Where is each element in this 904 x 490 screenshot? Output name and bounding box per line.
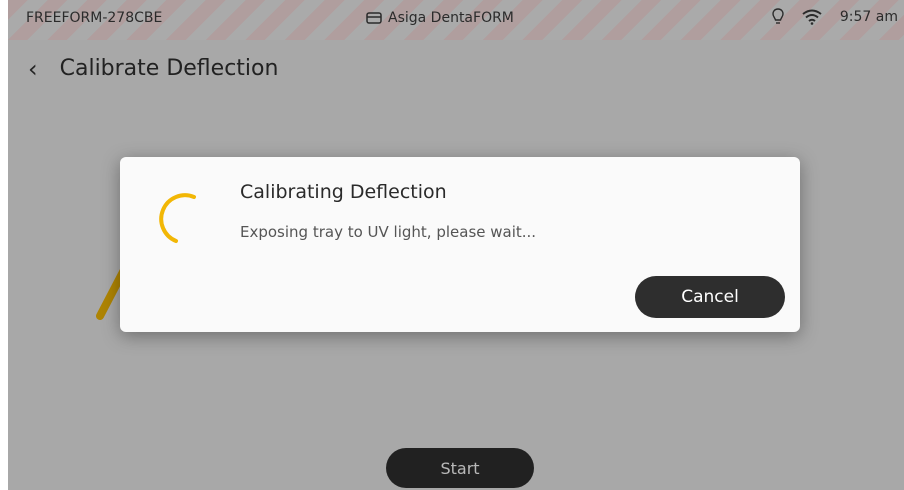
- loading-spinner-icon: [159, 193, 196, 243]
- printer-screen: FREEFORM-278CBE Asiga DentaFORM 9:57 am …: [8, 0, 904, 490]
- dialog-title: Calibrating Deflection: [240, 181, 447, 203]
- calibration-dialog: Calibrating Deflection Exposing tray to …: [120, 157, 800, 332]
- cancel-button[interactable]: Cancel: [635, 276, 785, 318]
- dialog-message: Exposing tray to UV light, please wait..…: [240, 223, 537, 241]
